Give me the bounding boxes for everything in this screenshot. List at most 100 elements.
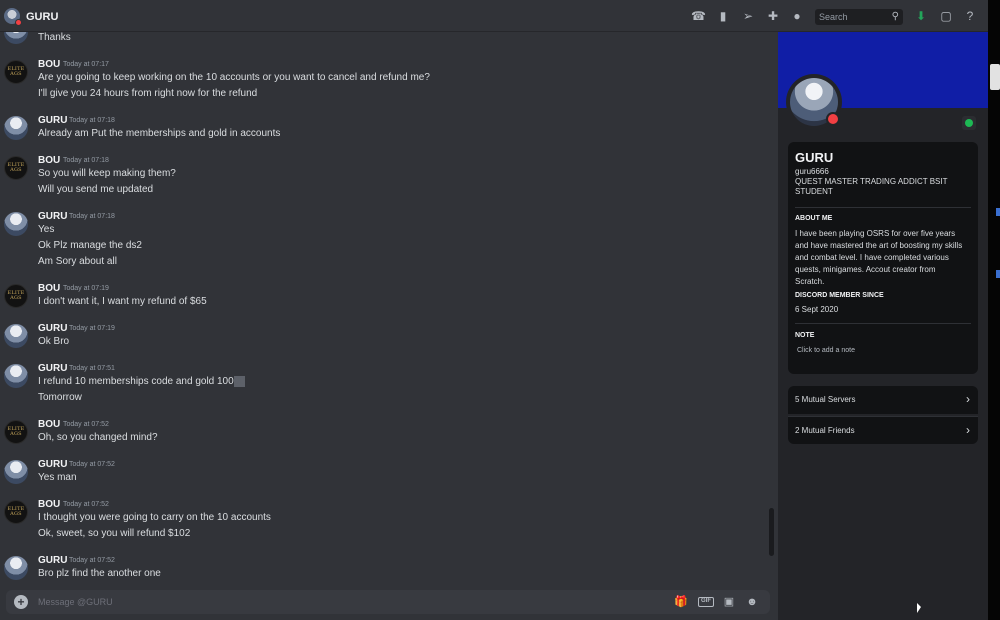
note-heading: NOTE	[795, 332, 815, 339]
message-text: Will you send me updated	[38, 184, 154, 195]
dnd-status-icon	[826, 112, 840, 126]
emoji-icon[interactable]: ☻	[745, 595, 759, 609]
message-author[interactable]: GURU	[38, 323, 67, 334]
text-selection-highlight: 00	[233, 376, 245, 387]
message-text: Oh, so you changed mind?	[38, 432, 158, 443]
message-timestamp: Today at 07:52	[63, 501, 109, 508]
message-timestamp: Today at 07:18	[69, 117, 115, 124]
message-author[interactable]: BOU	[38, 59, 60, 70]
message-text: Ok Bro	[38, 336, 70, 347]
background-window-fragment	[990, 64, 1000, 90]
bou-avatar-text: ELITE AGS	[7, 66, 25, 77]
message-text-content: I refund 10 memberships code and gold 10…	[38, 376, 234, 387]
mutual-friends-label: 2 Mutual Friends	[795, 426, 855, 435]
guru-avatar[interactable]	[4, 324, 28, 348]
message-timestamp: Today at 07:19	[63, 285, 109, 292]
chat-area: Thanks ELITE AGS BOU Today at 07:17 Are …	[0, 32, 778, 620]
note-input[interactable]: Click to add a note	[797, 347, 855, 354]
message-author[interactable]: GURU	[38, 363, 67, 374]
message-timestamp: Today at 07:51	[69, 365, 115, 372]
sticker-icon[interactable]: ▣	[722, 595, 736, 609]
background-window-edge	[988, 0, 1000, 620]
guru-avatar[interactable]	[4, 364, 28, 388]
background-window-fragment	[996, 208, 1000, 216]
profile-card: GURU guru6666 QUEST MASTER TRADING ADDIC…	[788, 142, 978, 374]
spotify-icon[interactable]	[962, 116, 976, 130]
bou-avatar-text: ELITE AGS	[7, 162, 25, 173]
message-text: Am Sory about all	[38, 256, 117, 267]
message-text: Bro plz find the another one	[38, 568, 161, 579]
guru-avatar[interactable]	[4, 460, 28, 484]
message-author[interactable]: GURU	[38, 555, 67, 566]
bou-avatar[interactable]: ELITE AGS	[4, 60, 28, 84]
guru-avatar[interactable]	[4, 556, 28, 580]
phone-call-icon[interactable]: ☎	[691, 9, 706, 23]
message-timestamp: Today at 07:52	[63, 421, 109, 428]
message-timestamp: Today at 07:52	[69, 557, 115, 564]
message-author[interactable]: BOU	[38, 155, 60, 166]
guru-avatar[interactable]	[4, 32, 28, 44]
mouse-cursor-icon	[917, 603, 921, 613]
guru-avatar[interactable]	[4, 212, 28, 236]
pin-icon[interactable]: ➢	[741, 9, 755, 23]
chevron-right-icon: ›	[966, 392, 970, 406]
bou-avatar[interactable]: ELITE AGS	[4, 156, 28, 180]
divider	[795, 207, 971, 208]
message-text: So you will keep making them?	[38, 168, 176, 179]
dnd-status-icon	[15, 19, 22, 26]
message-text: I thought you were going to carry on the…	[38, 512, 271, 523]
search-placeholder: Search	[819, 12, 848, 22]
bou-avatar[interactable]: ELITE AGS	[4, 284, 28, 308]
user-profile-panel: GURU guru6666 QUEST MASTER TRADING ADDIC…	[778, 32, 988, 620]
profile-display-name: GURU	[795, 150, 834, 165]
mutual-friends-button[interactable]: 2 Mutual Friends ›	[788, 416, 978, 444]
profile-avatar[interactable]	[786, 74, 842, 130]
message-text: I'll give you 24 hours from right now fo…	[38, 88, 258, 99]
help-icon[interactable]: ?	[963, 9, 977, 23]
add-friend-icon[interactable]: ✚	[766, 9, 780, 23]
message-timestamp: Today at 07:52	[69, 461, 115, 468]
message-text: I don't want it, I want my refund of $65	[38, 296, 207, 307]
chevron-right-icon: ›	[966, 423, 970, 437]
message-author[interactable]: BOU	[38, 499, 60, 510]
message-timestamp: Today at 07:18	[69, 213, 115, 220]
message-timestamp: Today at 07:19	[69, 325, 115, 332]
message-author[interactable]: GURU	[38, 211, 67, 222]
video-icon[interactable]: ▮	[716, 9, 730, 23]
search-input[interactable]: Search ⚲	[815, 9, 903, 25]
message-composer[interactable]: + Message @GURU 🎁 GIF ▣ ☻	[6, 590, 770, 614]
message-text: Are you going to keep working on the 10 …	[38, 72, 430, 83]
bou-avatar-text: ELITE AGS	[7, 290, 25, 301]
message-author[interactable]: BOU	[38, 419, 60, 430]
message-author[interactable]: BOU	[38, 283, 60, 294]
message-text: Thanks	[38, 32, 71, 43]
guru-avatar[interactable]	[4, 116, 28, 140]
message-text: I refund 10 memberships code and gold 10…	[38, 376, 245, 387]
message-author[interactable]: GURU	[38, 115, 67, 126]
message-text: Ok Plz manage the ds2	[38, 240, 142, 251]
gif-button[interactable]: GIF	[698, 597, 714, 607]
message-author[interactable]: GURU	[38, 459, 67, 470]
background-window-fragment	[996, 270, 1000, 278]
inbox-icon[interactable]: ▢	[939, 9, 953, 23]
top-bar: GURU ☎ ▮ ➢ ✚ ● Search ⚲ ⬇ ▢ ?	[0, 0, 1000, 32]
profile-username: guru6666	[795, 167, 829, 176]
mutual-servers-button[interactable]: 5 Mutual Servers ›	[788, 386, 978, 414]
bou-avatar-text: ELITE AGS	[7, 506, 25, 517]
bou-avatar[interactable]: ELITE AGS	[4, 500, 28, 524]
message-timestamp: Today at 07:18	[63, 157, 109, 164]
profile-tagline: QUEST MASTER TRADING ADDICT BSIT STUDENT	[795, 177, 948, 196]
profile-toggle-icon[interactable]: ●	[790, 9, 804, 23]
bou-avatar[interactable]: ELITE AGS	[4, 420, 28, 444]
search-icon: ⚲	[891, 11, 899, 22]
gift-icon[interactable]: 🎁	[674, 595, 688, 609]
dm-user-avatar[interactable]	[4, 8, 22, 26]
message-timestamp: Today at 07:17	[63, 61, 109, 68]
download-icon[interactable]: ⬇	[914, 9, 928, 23]
message-input[interactable]: Message @GURU	[38, 597, 113, 607]
chat-scrollbar[interactable]	[769, 508, 774, 556]
member-since-heading: DISCORD MEMBER SINCE	[795, 292, 884, 299]
about-me-text: I have been playing OSRS for over five y…	[795, 229, 963, 286]
message-text: Ok, sweet, so you will refund $102	[38, 528, 191, 539]
add-attachment-icon[interactable]: +	[14, 595, 28, 609]
